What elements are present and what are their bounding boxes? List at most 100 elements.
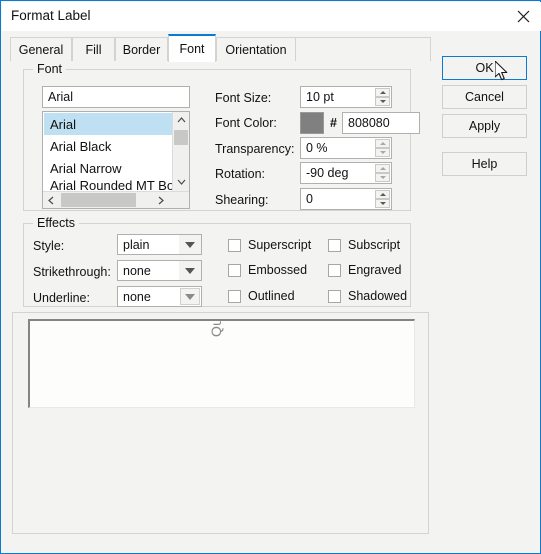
strikethrough-value: none: [123, 263, 151, 278]
checkbox-box[interactable]: [228, 263, 241, 277]
font-list-item-label: Arial Black: [50, 138, 112, 154]
cancel-button-label: Cancel: [465, 90, 504, 104]
shearing-spin-buttons[interactable]: [375, 190, 390, 208]
spin-down-icon[interactable]: [375, 148, 390, 157]
font-size-label: Font Size:: [215, 91, 272, 105]
tab-border-label: Border: [122, 42, 161, 57]
shearing-label: Shearing:: [215, 193, 269, 207]
checkbox-subscript-label: Subscript: [348, 238, 401, 252]
checkbox-shadowed[interactable]: Shadowed: [328, 289, 407, 303]
underline-value: none: [123, 289, 151, 304]
help-button-label: Help: [471, 157, 498, 171]
chevron-left-icon[interactable]: [43, 192, 59, 208]
font-size-stepper[interactable]: 10 pt: [300, 86, 392, 108]
preview-canvas: Quantity: [28, 319, 415, 408]
checkbox-shadowed-label: Shadowed: [348, 289, 408, 303]
chevron-down-icon[interactable]: [179, 235, 201, 254]
spin-down-icon[interactable]: [375, 199, 390, 208]
tab-orientation[interactable]: Orientation: [216, 37, 296, 61]
checkbox-box[interactable]: [228, 289, 241, 303]
checkbox-engraved[interactable]: Engraved: [328, 263, 402, 277]
chevron-down-icon[interactable]: [180, 288, 200, 305]
strikethrough-dropdown[interactable]: none: [117, 260, 202, 281]
spin-down-icon[interactable]: [375, 97, 390, 106]
style-value: plain: [123, 237, 150, 252]
font-size-spin-buttons[interactable]: [375, 88, 390, 106]
font-color-label: Font Color:: [215, 116, 277, 130]
checkbox-box[interactable]: [328, 289, 341, 303]
underline-dropdown[interactable]: none: [117, 286, 202, 307]
tab-strip: General Fill Border Font Orientation: [10, 34, 431, 62]
checkbox-embossed[interactable]: Embossed: [228, 263, 307, 277]
spin-up-icon[interactable]: [375, 139, 390, 148]
list-item[interactable]: Arial Narrow: [44, 157, 172, 179]
tab-font[interactable]: Font: [168, 34, 216, 62]
checkbox-box[interactable]: [328, 263, 341, 277]
rotation-value: -90 deg: [306, 166, 349, 180]
spin-up-icon[interactable]: [375, 190, 390, 199]
font-list-item-label: Arial Narrow: [50, 160, 122, 176]
preview-sample-text: Quantity: [208, 321, 224, 337]
list-item[interactable]: Arial: [44, 113, 172, 135]
font-list[interactable]: Arial Arial Black Arial Narrow Arial Rou…: [42, 111, 190, 209]
chevron-up-icon[interactable]: [173, 112, 189, 128]
font-color-swatch[interactable]: [300, 112, 324, 134]
font-list-vertical-scrollbar[interactable]: [172, 112, 189, 191]
checkbox-engraved-label: Engraved: [348, 263, 402, 277]
checkbox-superscript-label: Superscript: [248, 238, 312, 252]
underline-label: Underline:: [33, 291, 90, 305]
tab-fill[interactable]: Fill: [72, 37, 115, 61]
chevron-down-icon[interactable]: [173, 174, 189, 190]
font-color-hex-input[interactable]: 808080: [342, 112, 420, 134]
checkbox-embossed-label: Embossed: [248, 263, 308, 277]
transparency-value: 0 %: [306, 141, 328, 155]
tab-font-label: Font: [179, 42, 205, 56]
rotation-spin-buttons[interactable]: [375, 164, 390, 182]
transparency-stepper[interactable]: 0 %: [300, 137, 392, 159]
strikethrough-label: Strikethrough:: [33, 265, 111, 279]
list-item[interactable]: Arial Rounded MT Bold: [44, 179, 172, 191]
tab-fill-label: Fill: [85, 42, 102, 57]
checkbox-subscript[interactable]: Subscript: [328, 238, 400, 252]
style-dropdown[interactable]: plain: [117, 234, 202, 255]
shearing-stepper[interactable]: 0: [300, 188, 392, 210]
close-icon[interactable]: [505, 2, 541, 31]
font-name-input[interactable]: Arial: [42, 86, 190, 108]
window-title: Format Label: [11, 8, 91, 23]
font-list-horizontal-thumb[interactable]: [61, 193, 136, 207]
help-button[interactable]: Help: [442, 152, 527, 176]
tab-border[interactable]: Border: [115, 37, 168, 61]
ok-button-label: OK: [475, 61, 494, 75]
checkbox-outlined-label: Outlined: [248, 289, 295, 303]
font-list-vertical-thumb[interactable]: [174, 130, 188, 145]
list-item[interactable]: Arial Black: [44, 135, 172, 157]
font-size-value: 10 pt: [306, 90, 334, 104]
ok-button[interactable]: OK: [442, 56, 527, 80]
checkbox-superscript[interactable]: Superscript: [228, 238, 311, 252]
tab-general[interactable]: General: [10, 37, 72, 61]
font-list-horizontal-scrollbar[interactable]: [43, 191, 189, 208]
preview-panel: Quantity: [12, 312, 429, 534]
chevron-down-icon[interactable]: [179, 261, 201, 280]
spin-down-icon[interactable]: [375, 173, 390, 182]
rotation-label: Rotation:: [215, 167, 266, 181]
checkbox-box[interactable]: [328, 238, 341, 252]
hex-prefix-label: #: [330, 116, 337, 130]
shearing-value: 0: [306, 192, 313, 206]
tab-general-label: General: [18, 42, 64, 57]
transparency-spin-buttons[interactable]: [375, 139, 390, 157]
chevron-right-icon[interactable]: [153, 192, 169, 208]
font-list-item-label: Arial: [50, 116, 77, 132]
spin-up-icon[interactable]: [375, 164, 390, 173]
apply-button[interactable]: Apply: [442, 114, 527, 138]
cancel-button[interactable]: Cancel: [442, 85, 527, 109]
title-bar: Format Label: [2, 2, 541, 31]
checkbox-outlined[interactable]: Outlined: [228, 289, 295, 303]
apply-button-label: Apply: [468, 119, 501, 133]
tab-orientation-label: Orientation: [225, 42, 287, 57]
style-label: Style:: [33, 239, 65, 253]
rotation-stepper[interactable]: -90 deg: [300, 162, 392, 184]
checkbox-box[interactable]: [228, 238, 241, 252]
format-label-dialog: Format Label General Fill Border Font Or…: [0, 0, 541, 554]
spin-up-icon[interactable]: [375, 88, 390, 97]
